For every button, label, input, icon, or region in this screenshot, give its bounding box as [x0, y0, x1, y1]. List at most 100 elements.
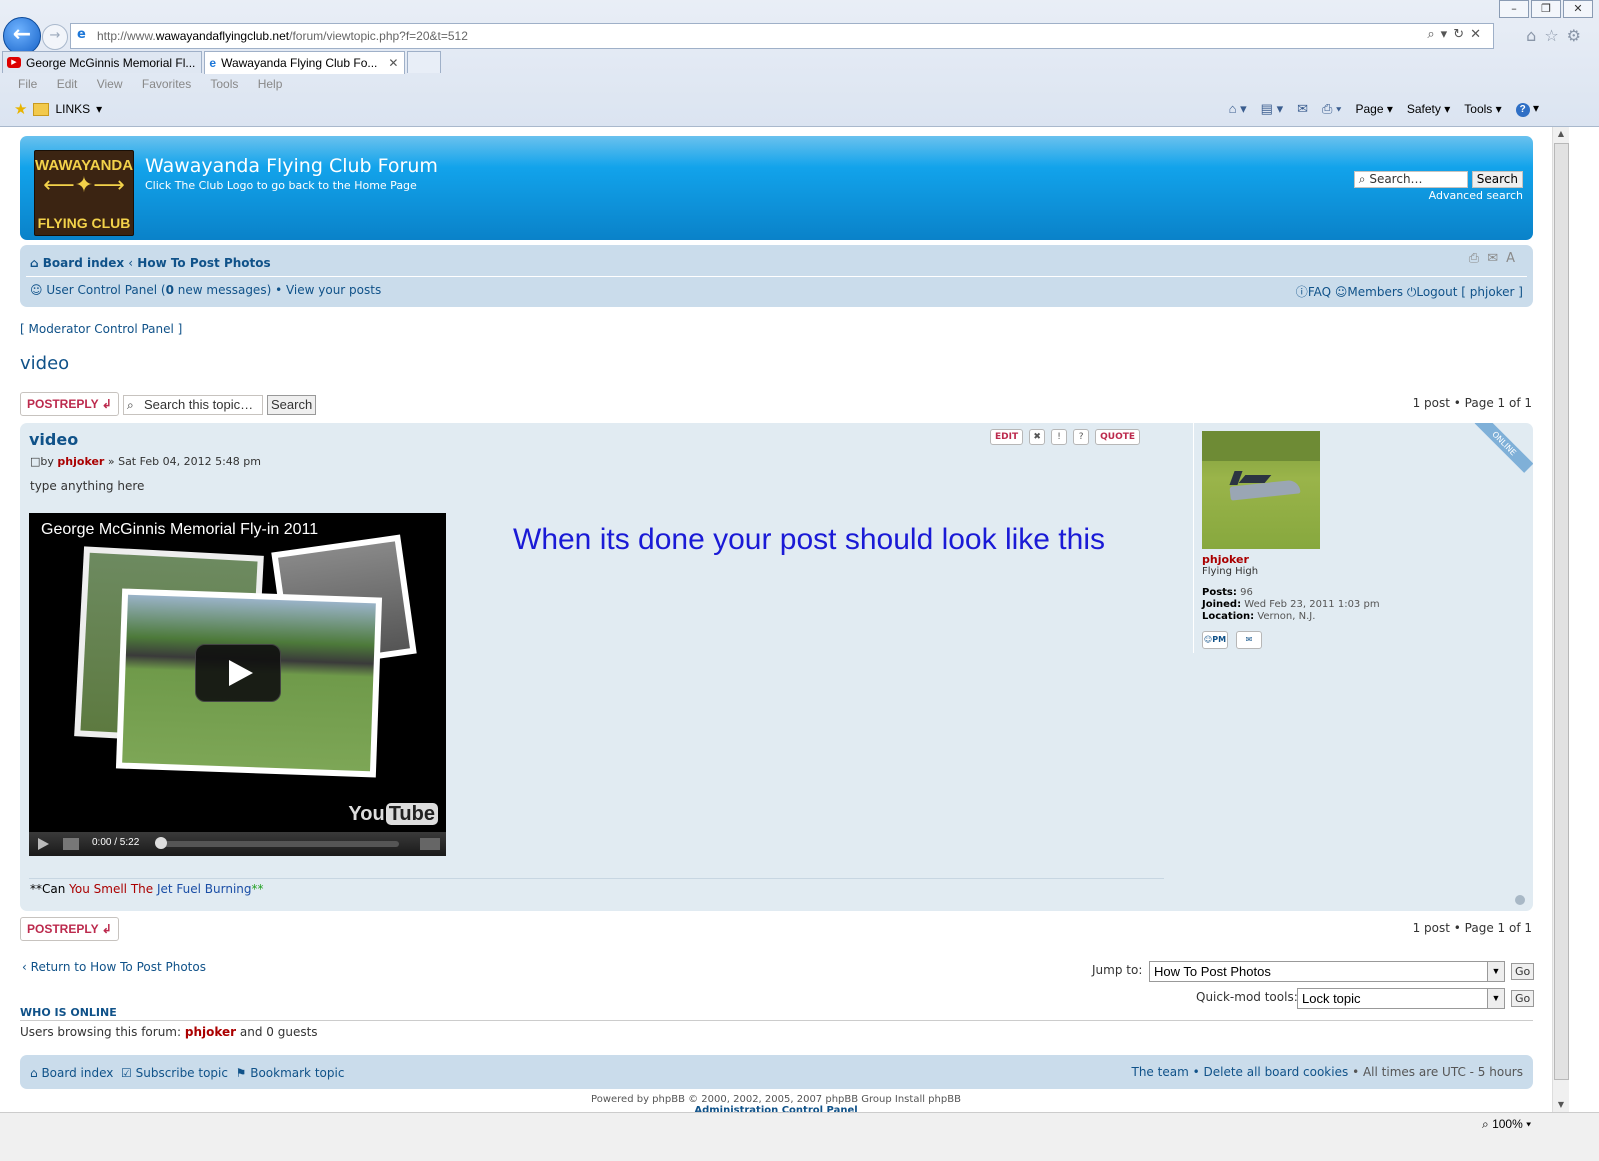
- restore-button[interactable]: ❐: [1531, 0, 1561, 18]
- status-bar: ⌕ 100% ▾: [0, 1112, 1599, 1161]
- edit-button[interactable]: EDIT: [990, 429, 1024, 445]
- mail-icon[interactable]: ✉: [1297, 101, 1308, 117]
- advanced-search-link[interactable]: Advanced search: [1429, 189, 1523, 202]
- delete-cookies-link[interactable]: Delete all board cookies: [1203, 1065, 1348, 1079]
- scroll-up-icon[interactable]: ▲: [1553, 127, 1569, 141]
- members-link[interactable]: Members: [1347, 285, 1403, 299]
- quick-mod-go-button[interactable]: Go: [1511, 990, 1535, 1007]
- faq-link[interactable]: FAQ: [1308, 285, 1331, 299]
- subscribe-topic-link[interactable]: Subscribe topic: [136, 1066, 228, 1080]
- email-icon[interactable]: ✉: [1236, 631, 1262, 649]
- menu-favorites[interactable]: Favorites: [142, 77, 191, 91]
- close-tab-icon[interactable]: ✕: [388, 56, 398, 70]
- forum-header: WAWAYANDA ⟵✦⟶ FLYING CLUB Wawayanda Flyi…: [20, 136, 1533, 240]
- back-button[interactable]: ←: [3, 17, 41, 55]
- topic-title[interactable]: video: [20, 353, 69, 374]
- moderator-control-panel-link[interactable]: [ Moderator Control Panel ]: [20, 322, 182, 336]
- pm-button[interactable]: ☺PM: [1202, 631, 1228, 649]
- post-subject[interactable]: video: [29, 430, 78, 449]
- menu-file[interactable]: File: [18, 77, 37, 91]
- new-tab-button[interactable]: [407, 51, 442, 73]
- zoom-level[interactable]: ⌕ 100% ▾: [1482, 1117, 1531, 1132]
- address-actions[interactable]: ⌕▾↻✕: [1427, 27, 1487, 42]
- font-size-icon[interactable]: A: [1506, 251, 1523, 266]
- minimize-button[interactable]: –: [1499, 0, 1529, 18]
- site-title[interactable]: Wawayanda Flying Club Forum: [145, 155, 438, 177]
- footer-board-index-link[interactable]: Board index: [41, 1066, 113, 1080]
- favorites-star-icon[interactable]: ★: [14, 100, 27, 118]
- jump-go-button[interactable]: Go: [1511, 963, 1535, 980]
- profile-posts: Posts: 96: [1202, 587, 1253, 598]
- tab-forum[interactable]: e Wawayanda Flying Club Fo... ✕: [204, 51, 406, 74]
- profile-username[interactable]: phjoker: [1202, 553, 1249, 566]
- bookmark-topic-link[interactable]: Bookmark topic: [250, 1066, 344, 1080]
- chevron-down-icon[interactable]: ▼: [1487, 962, 1504, 981]
- post-note: When its done your post should look like…: [513, 523, 1105, 556]
- topic-search-input[interactable]: ⌕ Search this topic…: [123, 395, 263, 415]
- play-icon[interactable]: [38, 838, 49, 850]
- postreply-button-top[interactable]: POSTREPLY ↲: [20, 392, 119, 416]
- menu-edit[interactable]: Edit: [57, 77, 78, 91]
- logout-link[interactable]: Logout [ phjoker ]: [1416, 285, 1523, 299]
- video-progress-bar[interactable]: [159, 841, 399, 847]
- online-user[interactable]: phjoker: [185, 1025, 236, 1039]
- menu-view[interactable]: View: [97, 77, 123, 91]
- home-icon: ⌂: [30, 1066, 38, 1080]
- menu-tools[interactable]: Tools: [210, 77, 238, 91]
- new-messages-link[interactable]: new messages): [178, 283, 271, 297]
- forward-button[interactable]: →: [42, 24, 68, 50]
- view-your-posts-link[interactable]: View your posts: [286, 283, 381, 297]
- safety-menu[interactable]: Safety ▾: [1407, 102, 1450, 116]
- back-to-top-icon[interactable]: [1515, 895, 1525, 905]
- ucp-link[interactable]: User Control Panel: [46, 283, 157, 297]
- bookmark-icon: ⚑: [235, 1066, 247, 1080]
- tab-youtube[interactable]: ▶ George McGinnis Memorial Fl...: [2, 51, 203, 73]
- video-progress-handle[interactable]: [155, 837, 167, 849]
- vertical-scrollbar[interactable]: ▲ ▼: [1552, 127, 1569, 1112]
- chevron-down-icon[interactable]: ▼: [1487, 989, 1504, 1008]
- volume-icon[interactable]: [63, 838, 79, 850]
- page-menu[interactable]: Page ▾: [1355, 102, 1392, 116]
- help-menu[interactable]: ? ▾: [1515, 101, 1539, 117]
- post-author[interactable]: phjoker: [57, 455, 104, 468]
- tools-menu[interactable]: Tools ▾: [1464, 102, 1501, 116]
- return-link[interactable]: ‹ Return to How To Post Photos: [22, 960, 206, 974]
- print-icon[interactable]: ⎙: [1469, 251, 1487, 266]
- video-title[interactable]: George McGinnis Memorial Fly-in 2011: [41, 521, 318, 539]
- browser-right-tools[interactable]: ⌂☆⚙: [1526, 26, 1589, 45]
- topic-search-button[interactable]: Search: [267, 395, 317, 415]
- menu-help[interactable]: Help: [258, 77, 283, 91]
- address-bar[interactable]: e http://www.wawayandaflyingclub.net/for…: [70, 23, 1494, 49]
- report-icon[interactable]: !: [1051, 429, 1068, 445]
- header-search-input[interactable]: ⌕ Search…: [1353, 171, 1468, 188]
- header-search-button[interactable]: Search: [1471, 171, 1523, 188]
- scroll-down-icon[interactable]: ▼: [1553, 1098, 1569, 1112]
- postreply-button-bottom[interactable]: POSTREPLY ↲: [20, 917, 119, 941]
- home-icon[interactable]: ⌂ ▾: [1229, 101, 1247, 117]
- links-folder[interactable]: LINKS: [55, 102, 90, 116]
- youtube-logo[interactable]: You Tube: [348, 803, 438, 826]
- delete-icon[interactable]: ✖: [1029, 429, 1046, 445]
- scroll-thumb[interactable]: [1554, 143, 1569, 1080]
- video-play-button[interactable]: [195, 644, 281, 702]
- info-icon[interactable]: ?: [1073, 429, 1090, 445]
- pagination-top: 1 post • Page 1 of 1: [1412, 396, 1532, 410]
- right-gutter: [1569, 127, 1599, 1112]
- chevron-down-icon[interactable]: ▾: [96, 102, 102, 116]
- profile-rank: Flying High: [1202, 566, 1259, 577]
- quote-button[interactable]: QUOTE: [1095, 429, 1141, 445]
- crumb-how-to-post-photos[interactable]: How To Post Photos: [137, 256, 270, 270]
- quick-mod-select[interactable]: Lock topic ▼: [1297, 988, 1505, 1009]
- print-icon[interactable]: ⎙ ▾: [1322, 101, 1341, 117]
- youtube-video-embed[interactable]: George McGinnis Memorial Fly-in 2011 You…: [29, 513, 446, 856]
- team-link[interactable]: The team: [1132, 1065, 1189, 1079]
- fullscreen-icon[interactable]: [420, 838, 440, 850]
- close-window-button[interactable]: ✕: [1563, 0, 1593, 18]
- board-index-link[interactable]: Board index: [43, 256, 124, 270]
- logo-emblem-icon: ⟵✦⟶: [43, 173, 125, 198]
- email-topic-icon[interactable]: ✉: [1487, 251, 1506, 266]
- address-url[interactable]: http://www.wawayandaflyingclub.net/forum…: [97, 29, 468, 43]
- jump-to-select[interactable]: How To Post Photos ▼: [1149, 961, 1505, 982]
- club-logo[interactable]: WAWAYANDA ⟵✦⟶ FLYING CLUB: [34, 150, 134, 236]
- feeds-icon[interactable]: ▤ ▾: [1261, 101, 1283, 117]
